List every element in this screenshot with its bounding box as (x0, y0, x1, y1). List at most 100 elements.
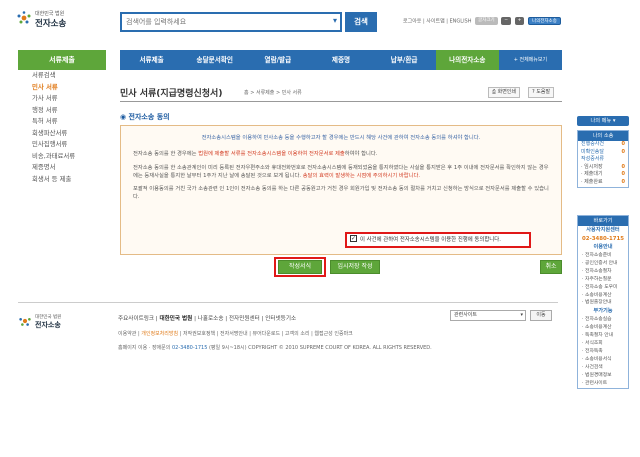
tab-all-menu[interactable]: + 전체메뉴보기 (499, 50, 562, 70)
extra-link[interactable]: · 법원경매정보 (578, 372, 628, 380)
my-cases-box: 나의 소송 진행중사건 0 미확인송달 0 작성중서류 · 임시저장 0 · 제출대기… (577, 130, 629, 188)
search-button[interactable]: 검색 (345, 12, 377, 32)
extra-link[interactable]: · 관련사이트 (578, 380, 628, 388)
print-button[interactable]: ⎙ 화면인쇄 (488, 87, 521, 98)
help-button[interactable]: ? 도움말 (528, 87, 555, 98)
notice-text: 하여야 합니다. (344, 151, 378, 158)
agree-checkbox-row[interactable]: ✓ 이 사건에 관하여 전자소송시스템을 이용한 진행에 동의합니다. (345, 232, 531, 248)
extra-link[interactable]: · 소송비용계산 (578, 324, 628, 332)
status-count: 0 (621, 141, 625, 147)
footer-links-prefix: 주요사이트링크 | (118, 316, 160, 322)
sidebar-item[interactable]: 회생파산서류 (18, 128, 106, 140)
tab-certificates[interactable]: 제증명 (309, 50, 372, 70)
go-button[interactable]: 이동 (530, 310, 552, 321)
status-label: 작성중서류 (581, 156, 605, 163)
extra-link[interactable]: · 독촉절차 안내 (578, 332, 628, 340)
bullet-icon: ◉ (120, 113, 127, 121)
footer-phone: 02-3480-1715 (171, 345, 208, 351)
utility-links[interactable]: 로그아웃 | 사이트맵 | ENGLISH (403, 19, 472, 25)
sidebar-item-civil[interactable]: 민사 서류 (18, 82, 106, 94)
chevron-down-icon[interactable]: ▾ (333, 16, 337, 25)
footer-policy-prefix[interactable]: 이용약관 | (118, 331, 141, 337)
page-title: 민사 서류(지급명령신청서) (120, 89, 223, 99)
my-cases-title: 나의 소송 (578, 131, 628, 141)
status-label: · 제출대기 (581, 171, 603, 178)
font-plus-button[interactable]: + (514, 17, 525, 25)
notice-highlight: 송달의 효력이 발생하는 시점에 주의하시기 바랍니다. (302, 172, 421, 179)
related-sites-select[interactable]: 관련사이트 ▾ (450, 310, 526, 321)
leftnav-title: 서류제출 (18, 50, 106, 70)
shortcut-link[interactable]: · 자주하는질문 (578, 276, 628, 284)
top-utility-links[interactable]: 로그아웃 | 사이트맵 | ENGLISH 글자크기 − + 나의전자소송 (403, 17, 561, 25)
my-ecourt-button[interactable]: 나의전자소송 (528, 17, 561, 25)
section-title: ◉ 전자소송 동의 (120, 112, 170, 122)
court-logo[interactable]: 대한민국 법원 전자소송 (16, 8, 76, 34)
footer-policy-rest[interactable]: | 저작권보호정책 | 전자서명안내 | 뷰어다운로드 | 고객의 소리 | 웹… (178, 331, 353, 337)
status-row[interactable]: · 제출완료 0 (578, 179, 628, 187)
support-phone: 02-3480-1715 (582, 236, 624, 242)
tab-my-ecourt[interactable]: 나의전자소송 (435, 50, 499, 70)
sidebar-item[interactable]: 행정 서류 (18, 105, 106, 117)
sidebar-item[interactable]: 민사집행서류 (18, 139, 106, 151)
shortcuts-box: 바로가기 사용자지원센터 02-3480-1715 이용안내 · 전자소송준비 … (577, 215, 629, 389)
tab-submit-docs[interactable]: 서류제출 (120, 50, 183, 70)
related-sites-label: 관련사이트 (454, 312, 478, 318)
footer-logo-title: 전자소송 (35, 321, 61, 329)
footer-contact-prefix: 홈페이지 이용 · 장애문의 (118, 345, 172, 351)
agree-label[interactable]: 이 사건에 관하여 전자소송시스템을 이용한 진행에 동의합니다. (360, 237, 501, 243)
temp-save-button[interactable]: 임시저장 작성 (330, 260, 380, 274)
notice-highlight: 법원에 제출할 서류를 전자소송시스템을 이용하여 전자문서로 제출 (198, 151, 345, 158)
extra-link[interactable]: · 사건검색 (578, 364, 628, 372)
sidebar-item[interactable]: 제증명서 (18, 162, 106, 174)
notice-lead: 전자소송시스템을 이용하여 민사소송 등을 수행하고자 할 경우에는 반드시 해… (201, 135, 481, 141)
tab-payment-refund[interactable]: 납부/환급 (373, 50, 436, 70)
footer-links[interactable]: 주요사이트링크 | 대한민국 법원 | 나홀로소송 | 전자민원센터 | 인터넷… (118, 314, 296, 322)
shortcut-link[interactable]: · 전자소송준비 (578, 252, 628, 260)
sidebar-item[interactable]: 회생서 등 제출 (18, 174, 106, 186)
extra-link[interactable]: · 서식조회 (578, 340, 628, 348)
status-label: 진행중사건 (581, 141, 605, 147)
divider (120, 101, 562, 102)
help-icon: ? (532, 89, 535, 95)
extra-features-heading: 부가기능 (593, 308, 613, 315)
status-row[interactable]: 진행중사건 0 (578, 141, 628, 149)
status-count: 0 (621, 148, 625, 155)
status-row[interactable]: · 제출대기 0 (578, 171, 628, 179)
status-row[interactable]: 작성중서류 (578, 156, 628, 164)
write-form-button[interactable]: 작성서식 (278, 260, 322, 274)
logo-subtitle: 대한민국 법원 (35, 11, 65, 17)
extra-link[interactable]: · 전자독촉 (578, 348, 628, 356)
agree-checkbox[interactable]: ✓ (350, 235, 357, 242)
footer-links-rest[interactable]: | 나홀로소송 | 전자민원센터 | 인터넷등기소 (192, 316, 296, 322)
sidebar-item[interactable]: 특허 서류 (18, 116, 106, 128)
footer-policy-links[interactable]: 이용약관 | 개인정보처리방침 | 저작권보호정책 | 전자서명안내 | 뷰어다… (118, 330, 353, 337)
support-center-label: 사용자지원센터 (586, 227, 620, 233)
footer-contact: 홈페이지 이용 · 장애문의 02-3480-1715 (평일 9시~18시) … (118, 344, 432, 351)
search-field[interactable]: ▾ (120, 12, 342, 32)
font-minus-button[interactable]: − (501, 17, 512, 25)
tab-view-issue[interactable]: 열람/발급 (246, 50, 309, 70)
privacy-policy-link[interactable]: 개인정보처리방침 (141, 331, 178, 337)
search-input[interactable] (122, 14, 322, 30)
print-icon: ⎙ (492, 89, 497, 95)
my-menu-button[interactable]: 나의 메뉴 ▾ (577, 116, 629, 126)
status-count: 0 (621, 171, 625, 178)
extra-link[interactable]: · 소송비용서식 (578, 356, 628, 364)
sidebar-item[interactable]: 가사 서류 (18, 93, 106, 105)
shortcut-link[interactable]: · 전자소송 도우미 (578, 284, 628, 292)
guide-heading: 이용안내 (593, 244, 613, 250)
tab-delivery-check[interactable]: 송달문서확인 (183, 50, 246, 70)
copyright: (평일 9시~18시) COPYRIGHT © 2010 SUPREME COU… (207, 345, 432, 351)
extra-link[interactable]: · 전자소송실습 (578, 316, 628, 324)
shortcuts-title: 바로가기 (578, 216, 628, 226)
sidebar-item[interactable]: 비송,과태료서류 (18, 151, 106, 163)
shortcut-link[interactable]: · 전자소송절차 (578, 268, 628, 276)
shortcut-link[interactable]: · 공인인증서 안내 (578, 260, 628, 268)
cancel-button[interactable]: 취소 (540, 260, 562, 274)
breadcrumb: 홈 > 서류제출 > 민사 서류 (244, 90, 302, 96)
sidebar-item[interactable]: 서류검색 (18, 70, 106, 82)
footer-link-court[interactable]: 대한민국 법원 (159, 316, 192, 322)
shortcut-link[interactable]: · 소송비용계산 (578, 292, 628, 300)
shortcut-link[interactable]: · 법원출장안내 (578, 299, 628, 307)
footer-logo: 대한민국 법원 전자소송 (18, 312, 88, 334)
